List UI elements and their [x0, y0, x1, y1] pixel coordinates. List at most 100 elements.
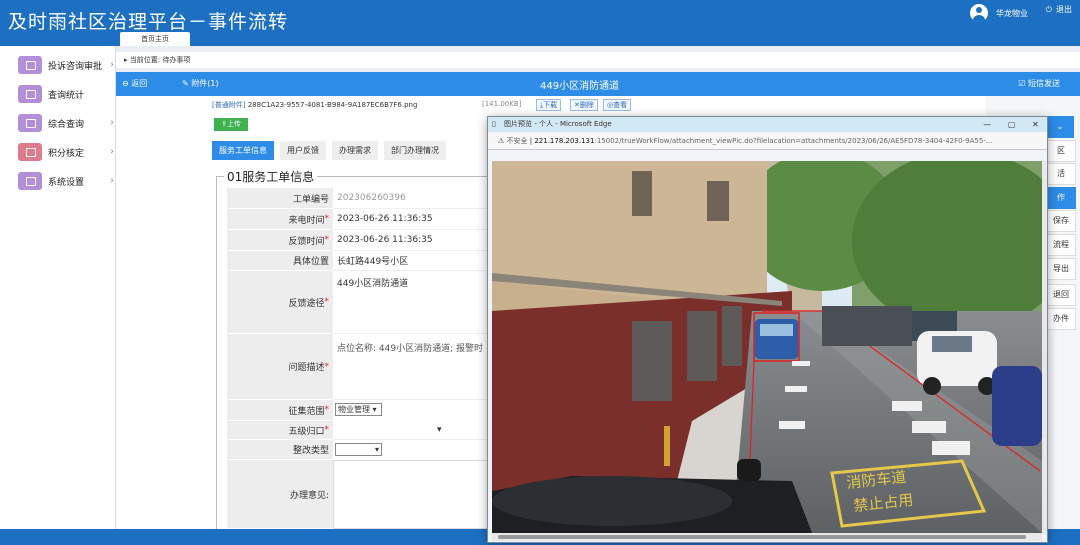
tab-department-status[interactable]: 部门办理情况 [384, 141, 446, 160]
scope-select[interactable]: 物业管理 ▾ [335, 403, 382, 416]
chevron-down-icon: ▾ [437, 425, 442, 435]
attachment-size: [141.00KB] [482, 100, 522, 108]
save-button[interactable]: 保存 [1046, 210, 1076, 232]
tab-user-feedback[interactable]: 用户反馈 [280, 141, 326, 160]
sms-label: 短信发送 [1028, 79, 1060, 88]
insecure-label: 不安全 [506, 137, 528, 145]
value-description[interactable]: 点位名称: 449小区消防通道; 报警时 [333, 334, 488, 400]
label-text: 五级归口 [288, 426, 325, 437]
panel-header: ⊖ 返回 ✎ 附件(1) 449小区消防通道 ☑ 短信发送 [116, 72, 1080, 96]
view-button[interactable]: ◎查看 [603, 99, 632, 111]
label-opinion: 办理意见: [227, 460, 333, 529]
right-button-2[interactable]: 活 [1046, 163, 1076, 185]
form-legend: 01服务工单信息 [224, 168, 318, 185]
chevron-right-icon: › [110, 118, 114, 128]
right-button-1[interactable]: 区 [1046, 140, 1076, 162]
url-path: :15002/trueWorkFlow/attachment_viewPic.d… [594, 137, 993, 145]
sidebar-item-label: 系统设置 [48, 177, 85, 188]
back-label: 返回 [131, 79, 148, 88]
value-arrive-time[interactable]: 2023-06-26 11:36:35 [333, 209, 488, 230]
delete-button[interactable]: ✕删除 [570, 99, 598, 111]
tab-home[interactable]: 首页主页 [120, 32, 190, 46]
label-text: 反馈时间 [288, 236, 325, 247]
label-text: 来电时间 [288, 215, 325, 226]
scroll-thumb[interactable] [498, 535, 1026, 539]
required-mark: * [324, 425, 330, 435]
sidebar: 投诉咨询审批 › 查询统计 综合查询 › 积分核定 › 系统设置 › [0, 46, 116, 529]
address-bar[interactable]: ⚠ 不安全 | 221.178.203.131:15002/trueWorkFl… [488, 133, 1047, 150]
label-text: 办理意见: [289, 490, 329, 501]
value-order-no: 202306260396 [333, 188, 488, 209]
upload-button[interactable]: ⇪上传 [214, 118, 248, 131]
label-location: 具体位置 [227, 251, 333, 271]
attachment-filename[interactable]: 288C1A23-9557-4081-B984-9A187EC6B7F6.png [248, 101, 418, 109]
sidebar-item-settings[interactable]: 系统设置 › [18, 170, 114, 192]
sms-send-checkbox[interactable]: ☑ 短信发送 [1018, 78, 1060, 89]
logout-button[interactable]: ⏻ 退出 [1046, 4, 1072, 15]
required-mark: * [324, 235, 330, 245]
vertical-scrollbar[interactable] [1042, 161, 1047, 533]
avatar-icon [970, 4, 988, 22]
opinion-textarea[interactable] [333, 460, 488, 529]
download-button[interactable]: ⤓下载 [536, 99, 562, 111]
required-mark: * [324, 214, 330, 224]
value-channel[interactable]: 449小区消防通道 [333, 271, 488, 334]
preview-photo: 消防车道 禁止占用 [492, 161, 1042, 533]
value-feedback-time[interactable]: 2023-06-26 11:36:35 [333, 230, 488, 251]
label-text: 问题描述 [288, 363, 325, 373]
app-title: 及时雨社区治理平台－事件流转 [8, 11, 289, 33]
right-button-3[interactable]: 作 [1046, 187, 1076, 209]
chevron-right-icon: › [110, 147, 114, 157]
tab-service-order[interactable]: 服务工单信息 [212, 141, 274, 160]
box-icon [18, 172, 42, 190]
form-tabs: 服务工单信息 用户反馈 办理需求 部门办理情况 [212, 141, 446, 160]
logout-label: 退出 [1056, 5, 1072, 14]
power-icon: ⏻ [1045, 4, 1052, 14]
label-arrive-time: 来电时间 * [227, 209, 333, 230]
level5-select[interactable]: ▾ [333, 421, 488, 440]
export-button[interactable]: 导出 [1046, 258, 1076, 280]
expand-button[interactable]: ⌄ [1046, 116, 1074, 138]
sidebar-item-general-query[interactable]: 综合查询 › [18, 112, 114, 134]
flow-button[interactable]: 流程 [1046, 234, 1076, 256]
case-button[interactable]: 办件 [1046, 308, 1076, 330]
required-mark: * [324, 405, 330, 415]
tab-handling-request[interactable]: 办理需求 [332, 141, 378, 160]
label-scope: 征集范围 * [227, 400, 333, 421]
url-host: 221.178.203.131 [534, 137, 595, 145]
popup-title-bar[interactable]: ▯ 图片预览 - 个人 - Microsoft Edge [488, 117, 1047, 132]
back-button[interactable]: ⊖ 返回 [122, 78, 147, 89]
attachment-tag: [普通附件] [212, 101, 246, 109]
chevron-right-icon: › [110, 176, 114, 186]
box-icon [18, 85, 42, 103]
horizontal-scrollbar[interactable] [492, 533, 1042, 541]
chevron-down-icon: ▾ [370, 405, 377, 414]
box-icon [18, 143, 42, 161]
label-text: 征集范围 [288, 406, 325, 417]
upload-label: 上传 [226, 120, 241, 128]
sidebar-item-points[interactable]: 积分核定 › [18, 141, 114, 163]
label-order-no: 工单编号 [227, 188, 333, 209]
return-button[interactable]: 退回 [1046, 284, 1076, 306]
sidebar-item-label: 查询统计 [48, 90, 85, 101]
label-feedback-time: 反馈时间 * [227, 230, 333, 251]
maximize-icon[interactable]: ▢ [1008, 117, 1016, 132]
photo-graphic: 消防车道 禁止占用 [492, 161, 1042, 533]
sidebar-item-query-stats[interactable]: 查询统计 [18, 83, 114, 105]
scope-select-value: 物业管理 [338, 405, 370, 414]
rectify-select[interactable]: ▾ [335, 443, 382, 456]
user-menu[interactable]: 华龙物业 [970, 4, 1028, 22]
sidebar-item-label: 积分核定 [48, 148, 85, 159]
close-icon[interactable]: ✕ [1032, 117, 1039, 132]
minimize-icon[interactable]: — [983, 117, 991, 132]
chevron-down-icon: ▾ [374, 445, 379, 454]
sidebar-item-complaint-approval[interactable]: 投诉咨询审批 › [18, 54, 114, 76]
page-icon: ▯ [492, 120, 496, 128]
label-text: 反馈途径 [288, 298, 325, 309]
warning-icon: ⚠ [498, 137, 507, 145]
value-location[interactable]: 长虹路449号小区 [333, 251, 488, 271]
attachment-button[interactable]: ✎ 附件(1) [182, 78, 219, 89]
popup-title: 图片预览 - 个人 - Microsoft Edge [504, 120, 612, 128]
label-text: 工单编号 [292, 194, 329, 205]
sidebar-item-label: 综合查询 [48, 119, 85, 130]
